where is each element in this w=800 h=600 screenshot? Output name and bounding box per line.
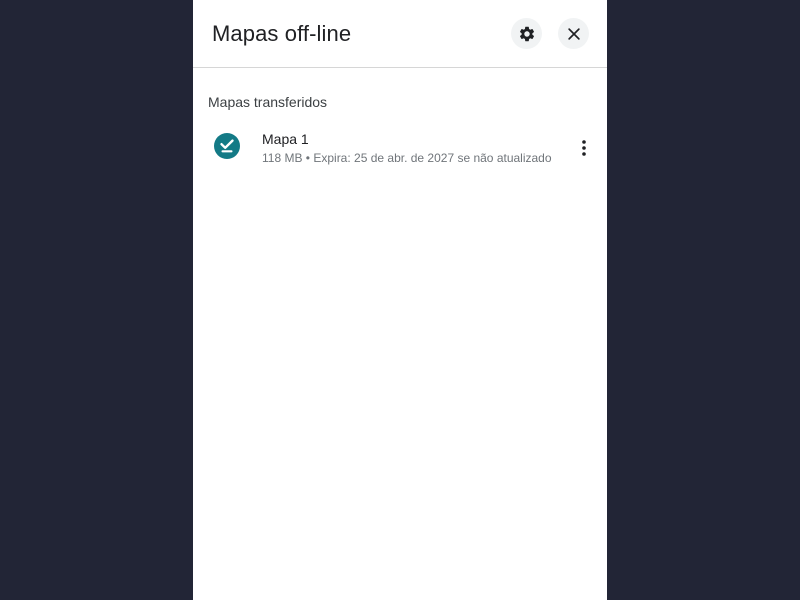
map-name: Mapa 1 (262, 131, 309, 147)
close-icon (567, 27, 580, 40)
offline-maps-panel: Mapas off-line Mapas transferidos Mapa 1… (193, 0, 607, 600)
panel-header: Mapas off-line (193, 0, 607, 68)
close-button[interactable] (558, 18, 589, 49)
section-title-downloaded-maps: Mapas transferidos (208, 94, 328, 110)
gear-icon (519, 26, 534, 41)
map-details: 118 MB • Expira: 25 de abr. de 2027 se n… (262, 151, 552, 165)
settings-button[interactable] (511, 18, 542, 49)
details-separator: • (302, 151, 314, 165)
list-item-map[interactable]: Mapa 1 118 MB • Expira: 25 de abr. de 20… (193, 122, 607, 174)
map-size: 118 MB (262, 151, 303, 165)
downloaded-check-icon (214, 133, 240, 159)
map-expiry: Expira: 25 de abr. de 2027 se não atuali… (313, 151, 552, 165)
more-vert-icon (582, 140, 586, 156)
page-title: Mapas off-line (212, 21, 352, 46)
more-options-button[interactable] (573, 135, 595, 161)
